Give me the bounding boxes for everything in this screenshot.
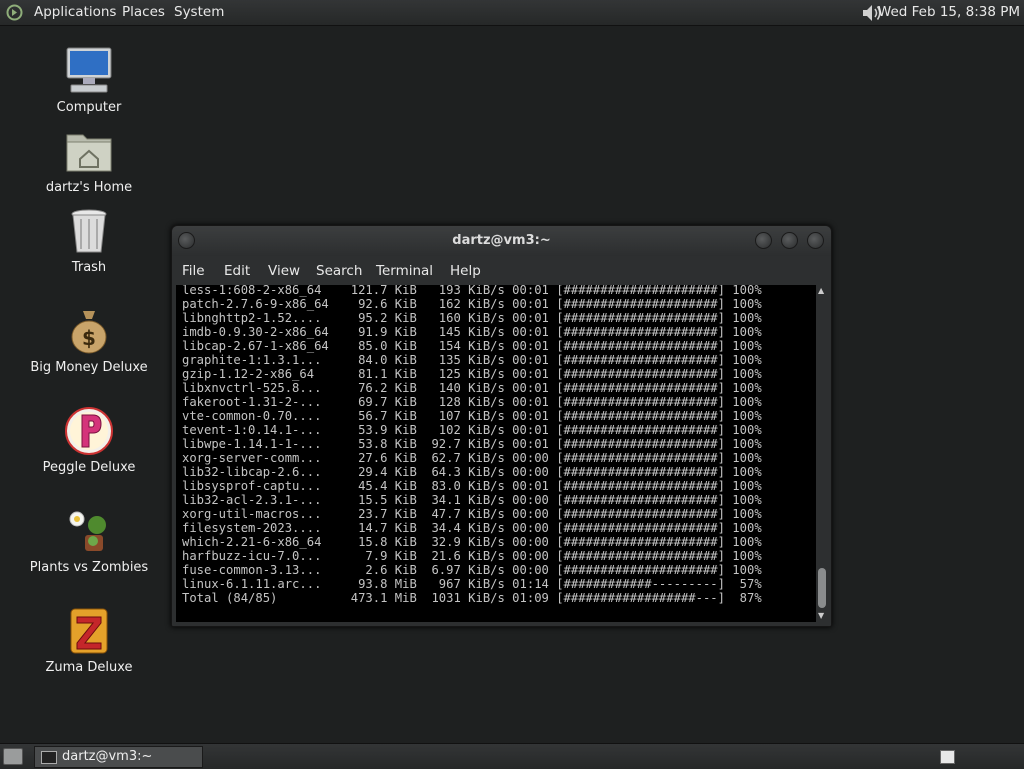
svg-text:$: $	[82, 326, 96, 350]
terminal-output[interactable]: less-1:608-2-x86_64 121.7 KiB 193 KiB/s …	[176, 285, 816, 622]
menu-terminal[interactable]: Terminal	[376, 263, 433, 279]
taskbar-item-terminal[interactable]: dartz@vm3:~	[34, 746, 203, 768]
desktop-icon-big-money[interactable]: $ Big Money Deluxe	[14, 305, 164, 375]
scroll-down-arrow-icon[interactable]: ▼	[818, 611, 824, 620]
money-bag-icon: $	[63, 305, 115, 357]
workspace-switcher[interactable]	[940, 750, 955, 764]
bottom-panel: dartz@vm3:~	[0, 743, 1024, 769]
applications-menu[interactable]: Applications	[34, 4, 116, 20]
menu-edit[interactable]: Edit	[224, 263, 250, 279]
peggle-icon	[63, 405, 115, 457]
terminal-text: less-1:608-2-x86_64 121.7 KiB 193 KiB/s …	[182, 285, 762, 605]
desktop-icon-label: Computer	[56, 100, 122, 115]
menu-view[interactable]: View	[268, 263, 300, 279]
desktop-icon-label: Zuma Deluxe	[45, 660, 133, 675]
show-desktop-icon[interactable]	[3, 748, 23, 765]
desktop-icon-label: dartz's Home	[45, 180, 133, 195]
desktop-icon-computer[interactable]: Computer	[14, 45, 164, 115]
places-menu[interactable]: Places	[122, 4, 165, 20]
terminal-scrollbar[interactable]: ▲ ▼	[816, 285, 828, 622]
computer-icon	[63, 45, 115, 97]
menu-search[interactable]: Search	[316, 263, 362, 279]
plants-icon	[63, 505, 115, 557]
zuma-icon	[63, 605, 115, 657]
scroll-up-arrow-icon[interactable]: ▲	[818, 286, 824, 295]
trash-icon	[63, 205, 115, 257]
scrollbar-thumb[interactable]	[818, 568, 826, 608]
desktop-icon-trash[interactable]: Trash	[14, 205, 164, 275]
minimize-button[interactable]	[755, 232, 772, 249]
window-title: dartz@vm3:~	[452, 233, 551, 248]
desktop-icon-zuma[interactable]: Zuma Deluxe	[14, 605, 164, 675]
taskbar-item-label: dartz@vm3:~	[62, 749, 153, 764]
desktop-icon-label: Trash	[71, 260, 107, 275]
top-panel: Applications Places System Wed Feb 15, 8…	[0, 0, 1024, 26]
maximize-button[interactable]	[781, 232, 798, 249]
distro-logo-icon[interactable]	[6, 4, 23, 21]
desktop-icon-label: Big Money Deluxe	[30, 360, 148, 375]
menu-help[interactable]: Help	[450, 263, 481, 279]
home-folder-icon	[63, 125, 115, 177]
desktop-icon-label: Peggle Deluxe	[42, 460, 136, 475]
system-menu[interactable]: System	[174, 4, 224, 20]
desktop-icon-plants-vs-zombies[interactable]: Plants vs Zombies	[14, 505, 164, 575]
terminal-window[interactable]: dartz@vm3:~ File Edit View Search Termin…	[171, 225, 832, 627]
close-button[interactable]	[807, 232, 824, 249]
terminal-icon	[41, 751, 57, 764]
clock[interactable]: Wed Feb 15, 8:38 PM	[878, 4, 1020, 20]
window-titlebar[interactable]: dartz@vm3:~	[172, 226, 831, 256]
terminal-menubar: File Edit View Search Terminal Help	[172, 257, 831, 284]
desktop-icon-label: Plants vs Zombies	[29, 560, 149, 575]
menu-file[interactable]: File	[182, 263, 205, 279]
desktop-icon-home[interactable]: dartz's Home	[14, 125, 164, 195]
desktop-icon-peggle[interactable]: Peggle Deluxe	[14, 405, 164, 475]
